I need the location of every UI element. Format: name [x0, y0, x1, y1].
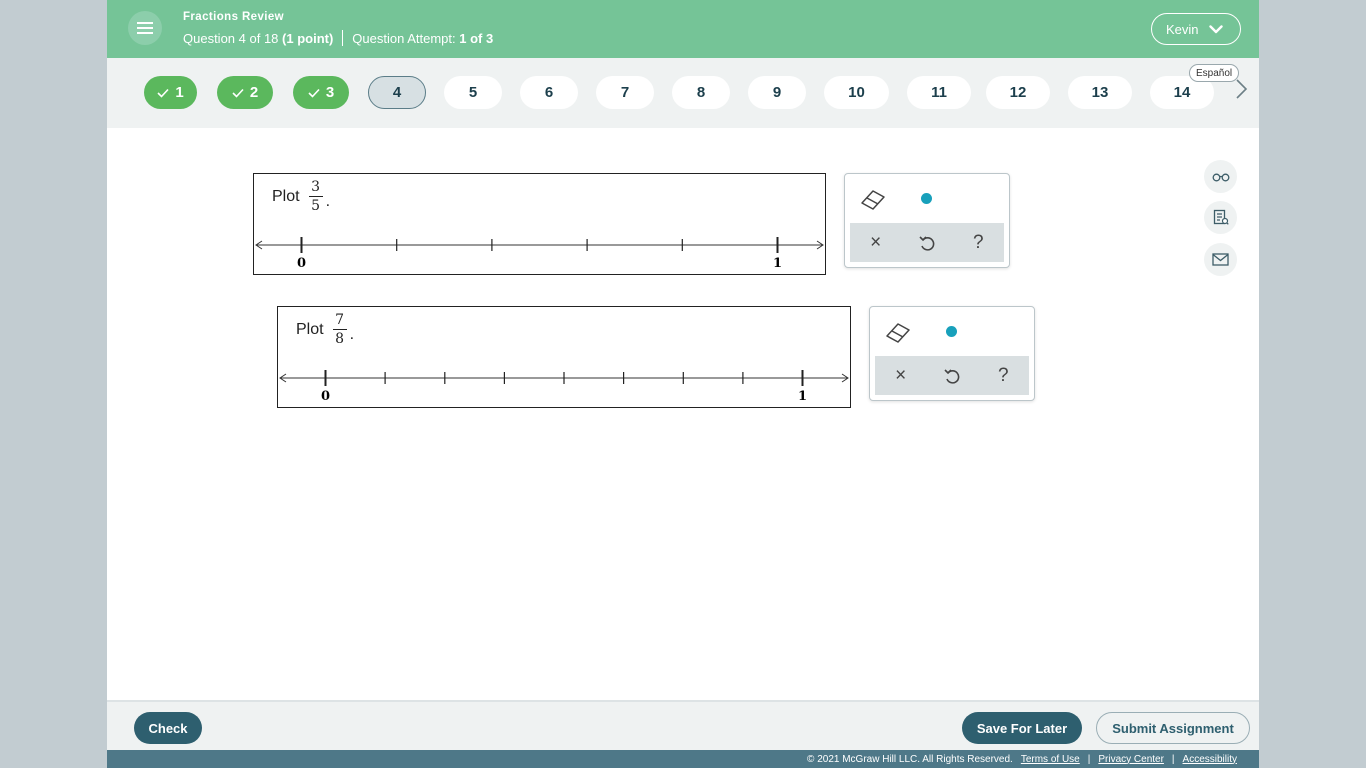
- end-label: 1: [773, 256, 782, 271]
- top-header: Fractions Review Question 4 of 18 (1 poi…: [107, 0, 1259, 58]
- undo-icon[interactable]: [912, 234, 942, 252]
- attempt-value: 1 of 3: [459, 30, 494, 46]
- question-pill-6[interactable]: 6: [520, 76, 578, 109]
- user-menu-button[interactable]: Kevin: [1151, 13, 1241, 45]
- question-pill-label: 11: [931, 84, 947, 101]
- question-info: Question 4 of 18 (1 point) Question Atte…: [183, 30, 493, 46]
- check-icon: [232, 88, 244, 98]
- prompt-period: .: [349, 325, 355, 343]
- question-pill-7[interactable]: 7: [596, 76, 654, 109]
- question-pill-label: 13: [1091, 84, 1109, 101]
- question-navigation: 1 2 3 4 5 6 7 8 9 10 11 12 13 14 Español: [107, 58, 1259, 128]
- question-pill-label: 8: [696, 84, 706, 101]
- eraser-icon[interactable]: [859, 188, 887, 215]
- user-name: Kevin: [1166, 21, 1199, 37]
- reader-glasses-icon[interactable]: [1204, 160, 1237, 193]
- question-pill-1[interactable]: 1: [144, 76, 197, 109]
- chevron-right-icon[interactable]: [1235, 78, 1249, 105]
- number-line[interactable]: 0 1: [254, 230, 825, 274]
- start-label: 0: [321, 389, 330, 404]
- end-label: 1: [798, 389, 807, 404]
- number-line-problem-1: Plot 3 5 . 0 1: [253, 173, 826, 275]
- fraction: 7 8: [332, 311, 347, 348]
- question-pill-label: 5: [468, 84, 478, 101]
- question-pill-label: 1: [175, 84, 184, 101]
- question-pill-4[interactable]: 4: [368, 76, 426, 109]
- problem-prompt: Plot 7 8 .: [296, 311, 354, 348]
- eraser-icon[interactable]: [884, 321, 912, 348]
- assignment-app: Fractions Review Question 4 of 18 (1 poi…: [107, 0, 1259, 768]
- number-line-problem-2: Plot 7 8 . 0 1: [277, 306, 851, 408]
- question-pill-9[interactable]: 9: [748, 76, 806, 109]
- question-pill-label: 12: [1009, 84, 1027, 101]
- help-icon[interactable]: ?: [988, 365, 1018, 387]
- graph-tools-2: × ?: [869, 306, 1035, 401]
- question-pill-12[interactable]: 12: [986, 76, 1050, 109]
- mail-icon[interactable]: [1204, 243, 1237, 276]
- menu-button[interactable]: [128, 11, 162, 45]
- save-for-later-button[interactable]: Save For Later: [962, 712, 1082, 744]
- question-points: (1 point): [282, 30, 334, 46]
- help-icon[interactable]: ?: [963, 232, 993, 254]
- chevron-down-icon: [1208, 24, 1223, 33]
- fraction-numerator: 3: [311, 179, 321, 195]
- question-pill-8[interactable]: 8: [672, 76, 730, 109]
- language-toggle[interactable]: Español: [1189, 64, 1240, 82]
- divider: |: [1171, 753, 1175, 765]
- divider: [342, 30, 344, 46]
- prompt-period: .: [325, 192, 331, 210]
- footer-bar: Check Save For Later Submit Assignment: [107, 700, 1259, 750]
- check-icon: [308, 88, 320, 98]
- fraction-numerator: 7: [335, 312, 345, 328]
- question-pill-10[interactable]: 10: [824, 76, 889, 109]
- prompt-text: Plot: [296, 320, 324, 338]
- check-button[interactable]: Check: [134, 712, 202, 744]
- assignment-title: Fractions Review: [183, 11, 284, 23]
- number-line[interactable]: 0 1: [278, 363, 850, 407]
- check-icon: [157, 88, 169, 98]
- question-pill-label: 6: [544, 84, 554, 101]
- undo-icon[interactable]: [937, 367, 967, 385]
- close-icon[interactable]: ×: [886, 365, 916, 387]
- accessibility-link[interactable]: Accessibility: [1183, 754, 1237, 765]
- question-pill-3[interactable]: 3: [293, 76, 349, 109]
- question-pill-13[interactable]: 13: [1068, 76, 1132, 109]
- terms-link[interactable]: Terms of Use: [1021, 754, 1080, 765]
- notes-icon[interactable]: [1204, 201, 1237, 234]
- point-tool[interactable]: [946, 326, 957, 337]
- question-pill-label: 7: [620, 84, 630, 101]
- prompt-text: Plot: [272, 187, 300, 205]
- legal-bar: © 2021 McGraw Hill LLC. All Rights Reser…: [107, 750, 1259, 768]
- hamburger-icon: [137, 22, 153, 34]
- fraction-denominator: 8: [335, 331, 345, 347]
- copyright-text: © 2021 McGraw Hill LLC. All Rights Reser…: [807, 753, 1013, 765]
- attempt-label: Question Attempt:: [352, 30, 456, 46]
- question-pill-label: 3: [325, 84, 335, 101]
- graph-tools-1: × ?: [844, 173, 1010, 268]
- close-icon[interactable]: ×: [861, 232, 891, 254]
- fraction: 3 5: [308, 178, 323, 215]
- question-pill-label: 10: [848, 84, 865, 101]
- question-pill-label: 9: [772, 84, 782, 101]
- question-counter: Question 4 of 18: [183, 30, 279, 46]
- question-pill-2[interactable]: 2: [217, 76, 273, 109]
- divider: |: [1087, 753, 1091, 765]
- point-tool[interactable]: [921, 193, 932, 204]
- start-label: 0: [297, 256, 306, 271]
- question-pill-label: 2: [249, 84, 259, 101]
- question-pill-label: 14: [1173, 84, 1191, 101]
- problem-prompt: Plot 3 5 .: [272, 178, 330, 215]
- submit-assignment-button[interactable]: Submit Assignment: [1096, 712, 1250, 744]
- question-pill-label: 4: [392, 84, 402, 101]
- tool-actions: × ?: [875, 356, 1029, 395]
- fraction-denominator: 5: [311, 198, 321, 214]
- tool-actions: × ?: [850, 223, 1004, 262]
- privacy-link[interactable]: Privacy Center: [1098, 754, 1164, 765]
- question-pill-5[interactable]: 5: [444, 76, 502, 109]
- question-pill-11[interactable]: 11: [907, 76, 971, 109]
